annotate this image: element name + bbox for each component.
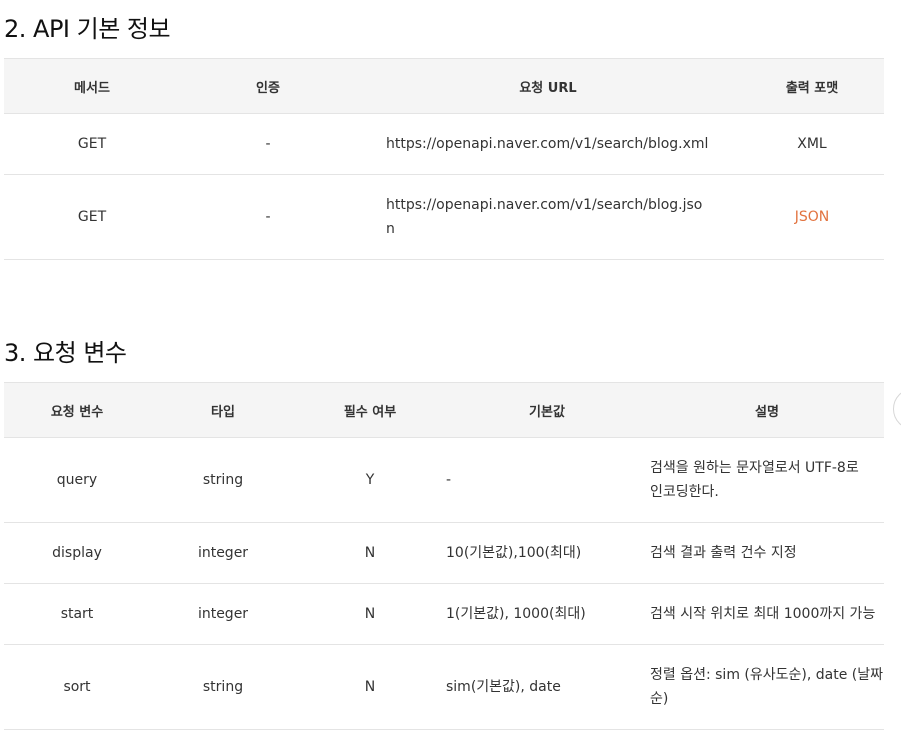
param-required-cell: Y <box>296 437 444 523</box>
header-type: 타입 <box>150 382 296 438</box>
param-desc-cell: 검색을 원하는 문자열로서 UTF-8로 인코딩한다. <box>650 437 884 523</box>
header-description: 설명 <box>650 382 884 438</box>
url-cell: https://openapi.naver.com/v1/search/blog… <box>356 174 740 260</box>
param-desc-cell: 정렬 옵션: sim (유사도순), date (날짜 순) <box>650 644 884 730</box>
request-params-table: 요청 변수 타입 필수 여부 기본값 설명 query string Y - 검… <box>4 382 884 730</box>
auth-cell: - <box>180 174 356 260</box>
url-text: https://openapi.naver.com/v1/search/blog… <box>386 136 709 152</box>
param-name-cell: display <box>4 522 150 584</box>
desc-line2: 순) <box>650 691 669 707</box>
floating-circle-button[interactable] <box>893 388 901 430</box>
table-row: query string Y - 검색을 원하는 문자열로서 UTF-8로 인코… <box>4 437 884 523</box>
table-row: GET - https://openapi.naver.com/v1/searc… <box>4 113 884 175</box>
desc-line1: 검색 결과 출력 건수 지정 <box>650 545 797 561</box>
section-title-request-params: 3. 요청 변수 <box>4 339 127 367</box>
param-required-cell: N <box>296 644 444 730</box>
table-row: start integer N 1(기본값), 1000(최대) 검색 시작 위… <box>4 583 884 645</box>
param-name-cell: sort <box>4 644 150 730</box>
url-text-line1: https://openapi.naver.com/v1/search/blog… <box>386 197 703 213</box>
param-default-cell: 1(기본값), 1000(최대) <box>444 583 650 645</box>
param-desc-cell: 검색 시작 위치로 최대 1000까지 가능 <box>650 583 884 645</box>
param-default-cell: - <box>444 437 650 523</box>
param-required-cell: N <box>296 522 444 584</box>
header-request-url: 요청 URL <box>356 58 740 114</box>
table-row: GET - https://openapi.naver.com/v1/searc… <box>4 174 884 260</box>
format-cell: XML <box>740 113 884 175</box>
method-cell: GET <box>4 113 180 175</box>
desc-line1: 정렬 옵션: sim (유사도순), date (날짜 <box>650 667 883 683</box>
table-header-row: 메서드 인증 요청 URL 출력 포맷 <box>4 58 884 114</box>
api-basic-table: 메서드 인증 요청 URL 출력 포맷 GET - https://openap… <box>4 58 884 260</box>
param-desc-cell: 검색 결과 출력 건수 지정 <box>650 522 884 584</box>
param-default-cell: 10(기본값),100(최대) <box>444 522 650 584</box>
url-text-line2: n <box>386 221 395 237</box>
table-header-row: 요청 변수 타입 필수 여부 기본값 설명 <box>4 382 884 438</box>
format-cell-json: JSON <box>740 174 884 260</box>
url-cell: https://openapi.naver.com/v1/search/blog… <box>356 113 740 175</box>
header-method: 메서드 <box>4 58 180 114</box>
param-name-cell: start <box>4 583 150 645</box>
table-row: sort string N sim(기본값), date 정렬 옵션: sim … <box>4 644 884 730</box>
header-auth: 인증 <box>180 58 356 114</box>
header-default: 기본값 <box>444 382 650 438</box>
table-row: display integer N 10(기본값),100(최대) 검색 결과 … <box>4 522 884 584</box>
param-type-cell: integer <box>150 583 296 645</box>
param-name-cell: query <box>4 437 150 523</box>
param-type-cell: string <box>150 644 296 730</box>
header-param-name: 요청 변수 <box>4 382 150 438</box>
param-type-cell: integer <box>150 522 296 584</box>
header-output-format: 출력 포맷 <box>740 58 884 114</box>
desc-line2: 인코딩한다. <box>650 484 719 500</box>
desc-line1: 검색을 원하는 문자열로서 UTF-8로 <box>650 460 859 476</box>
desc-line1: 검색 시작 위치로 최대 1000까지 가능 <box>650 606 876 622</box>
param-default-cell: sim(기본값), date <box>444 644 650 730</box>
auth-cell: - <box>180 113 356 175</box>
method-cell: GET <box>4 174 180 260</box>
param-type-cell: string <box>150 437 296 523</box>
section-title-api-basic: 2. API 기본 정보 <box>4 15 171 43</box>
page: 2. API 기본 정보 메서드 인증 요청 URL 출력 포맷 GET - h… <box>0 0 901 749</box>
header-required: 필수 여부 <box>296 382 444 438</box>
param-required-cell: N <box>296 583 444 645</box>
